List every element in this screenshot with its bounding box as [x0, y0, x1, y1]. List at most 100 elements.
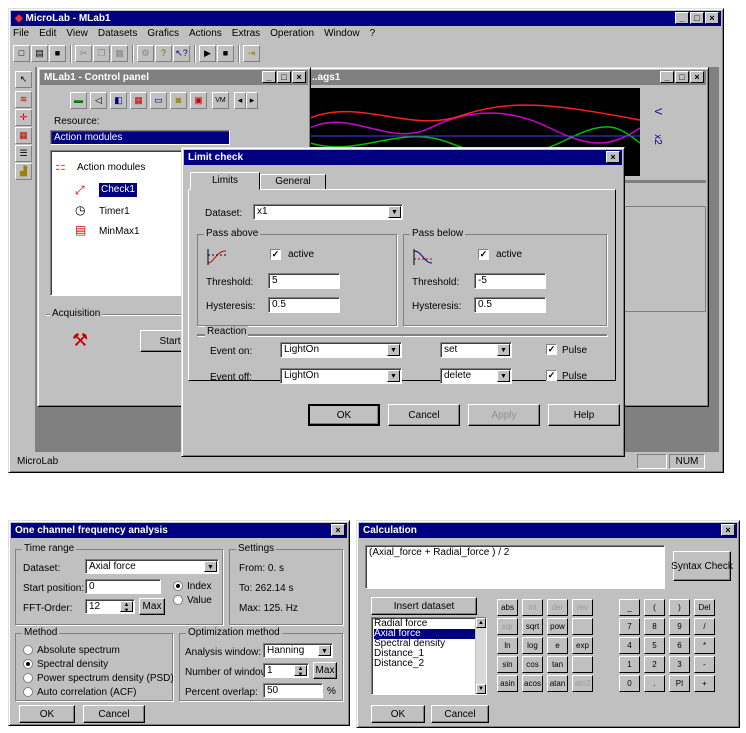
- open-file-icon[interactable]: ▤: [31, 45, 48, 62]
- event-on-action-select[interactable]: set ▼: [440, 342, 512, 358]
- event-on-pulse-checkbox[interactable]: ✓: [546, 344, 557, 355]
- graph-close-button[interactable]: ×: [690, 71, 704, 83]
- resource-select[interactable]: Action modules: [50, 130, 230, 145]
- chart-icon[interactable]: ≋: [15, 91, 32, 108]
- index-radio[interactable]: [173, 581, 183, 591]
- threshold-below-input[interactable]: -5: [474, 273, 546, 289]
- pass-below-active-checkbox[interactable]: ✓: [478, 249, 489, 260]
- num-key[interactable]: 5: [644, 637, 665, 654]
- scroll-down-icon[interactable]: ▼: [476, 684, 486, 694]
- menu-extras[interactable]: Extras: [232, 28, 260, 42]
- menu-view[interactable]: View: [66, 28, 88, 42]
- method-absolute-radio[interactable]: [23, 645, 33, 655]
- module-tab-icon-1[interactable]: ▬: [70, 92, 87, 109]
- menu-grafics[interactable]: Grafics: [147, 28, 179, 42]
- crosshair-icon[interactable]: ✛: [15, 109, 32, 126]
- method-psd-radio[interactable]: [23, 673, 33, 683]
- minimize-button[interactable]: _: [675, 12, 689, 24]
- chevron-down-icon[interactable]: ▼: [387, 344, 400, 356]
- spinner-icon[interactable]: ▲ ▼: [294, 665, 307, 677]
- func-key[interactable]: tan: [547, 656, 568, 673]
- paste-icon[interactable]: ▦: [111, 45, 128, 62]
- pointer-icon[interactable]: ↖: [15, 71, 32, 88]
- num-key[interactable]: 3: [669, 656, 690, 673]
- cp-minimize-button[interactable]: _: [262, 71, 276, 83]
- cp-close-button[interactable]: ×: [292, 71, 306, 83]
- menu-help[interactable]: ?: [370, 28, 376, 42]
- value-radio[interactable]: [173, 595, 183, 605]
- num-key[interactable]: _: [619, 599, 640, 616]
- menu-window[interactable]: Window: [324, 28, 360, 42]
- table-icon[interactable]: ▦: [15, 127, 32, 144]
- func-key[interactable]: cos: [522, 656, 543, 673]
- chevron-down-icon[interactable]: ▼: [318, 645, 331, 656]
- context-help-icon[interactable]: ↖?: [173, 45, 190, 62]
- num-key[interactable]: 1: [619, 656, 640, 673]
- num-key[interactable]: *: [694, 637, 715, 654]
- tree-item-timer1[interactable]: Timer1: [99, 205, 130, 219]
- expression-input[interactable]: (Axial_force + Radial_force ) / 2: [365, 545, 665, 589]
- scroll-right-icon[interactable]: ▸: [246, 92, 258, 109]
- chevron-down-icon[interactable]: ▼: [204, 561, 217, 572]
- ok-button[interactable]: OK: [308, 404, 380, 426]
- pass-above-active-checkbox[interactable]: ✓: [270, 249, 281, 260]
- func-key[interactable]: atn2: [572, 675, 593, 692]
- num-key[interactable]: +: [694, 675, 715, 692]
- help-button[interactable]: Help: [548, 404, 620, 426]
- spinner-icon[interactable]: ▲ ▼: [120, 601, 133, 613]
- freq-ok-button[interactable]: OK: [19, 705, 75, 723]
- help-icon[interactable]: ?: [155, 45, 172, 62]
- dataset-list[interactable]: Radial force Axial force Spectral densit…: [371, 617, 487, 695]
- menu-actions[interactable]: Actions: [189, 28, 222, 42]
- module-tab-icon-8[interactable]: VM: [212, 92, 229, 109]
- maximize-button[interactable]: □: [690, 12, 704, 24]
- module-tab-icon-3[interactable]: ◧: [110, 92, 127, 109]
- module-tab-icon-7[interactable]: ▣: [190, 92, 207, 109]
- num-key[interactable]: 2: [644, 656, 665, 673]
- func-key[interactable]: pow: [547, 618, 568, 635]
- func-key[interactable]: sin: [497, 656, 518, 673]
- hysteresis-above-input[interactable]: 0.5: [268, 297, 340, 313]
- save-icon[interactable]: ■: [49, 45, 66, 62]
- list-scrollbar[interactable]: ▲ ▼: [475, 618, 486, 694]
- tab-limits[interactable]: Limits: [190, 172, 260, 190]
- method-spectral-radio[interactable]: [23, 659, 33, 669]
- menu-datasets[interactable]: Datasets: [98, 28, 137, 42]
- func-key[interactable]: exp: [572, 637, 593, 654]
- cancel-button[interactable]: Cancel: [388, 404, 460, 426]
- func-key[interactable]: sqrt: [522, 618, 543, 635]
- func-key[interactable]: der: [547, 599, 568, 616]
- module-tab-icon-5[interactable]: ▭: [150, 92, 167, 109]
- freq-cancel-button[interactable]: Cancel: [83, 705, 145, 723]
- calc-close-button[interactable]: ×: [721, 524, 735, 536]
- graph-maximize-button[interactable]: □: [675, 71, 689, 83]
- num-key[interactable]: 8: [644, 618, 665, 635]
- chevron-down-icon[interactable]: ▼: [387, 370, 400, 382]
- func-key[interactable]: asin: [497, 675, 518, 692]
- func-key[interactable]: [572, 656, 593, 673]
- copy-icon[interactable]: ❐: [93, 45, 110, 62]
- graph-minimize-button[interactable]: _: [660, 71, 674, 83]
- menu-edit[interactable]: Edit: [39, 28, 56, 42]
- stop-icon[interactable]: ■: [217, 45, 234, 62]
- chevron-down-icon[interactable]: ▼: [388, 206, 401, 218]
- cut-icon[interactable]: ✂: [75, 45, 92, 62]
- settings-icon[interactable]: ⚙: [137, 45, 154, 62]
- num-key[interactable]: PI: [669, 675, 690, 692]
- event-off-pulse-checkbox[interactable]: ✓: [546, 370, 557, 381]
- chevron-down-icon[interactable]: ▼: [497, 370, 510, 382]
- analysis-window-select[interactable]: Hanning ▼: [263, 643, 333, 658]
- apply-button[interactable]: Apply: [468, 404, 540, 426]
- event-off-select[interactable]: LightOn ▼: [280, 368, 402, 384]
- dataset-select[interactable]: x1 ▼: [253, 204, 403, 220]
- num-key[interactable]: (: [644, 599, 665, 616]
- bar-chart-icon[interactable]: ▟: [15, 163, 32, 180]
- num-key[interactable]: 7: [619, 618, 640, 635]
- overlap-input[interactable]: 50: [263, 683, 323, 698]
- num-key[interactable]: 4: [619, 637, 640, 654]
- num-key[interactable]: ): [669, 599, 690, 616]
- play-icon[interactable]: ▶: [199, 45, 216, 62]
- freq-dataset-select[interactable]: Axial force ▼: [85, 559, 219, 574]
- func-key[interactable]: [572, 618, 593, 635]
- num-key[interactable]: 9: [669, 618, 690, 635]
